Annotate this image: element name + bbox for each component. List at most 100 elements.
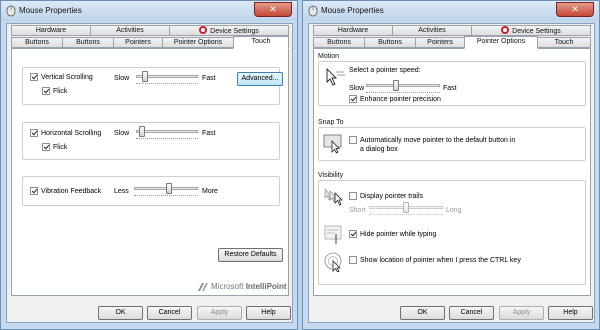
checkbox-box (349, 230, 357, 238)
tab-pointer-options[interactable]: Pointer Options (162, 37, 234, 48)
checkbox-box (30, 187, 38, 195)
pointer-speed-label: Select a pointer speed: (349, 67, 421, 74)
pointer-trails-checkbox[interactable]: Display pointer trails (349, 192, 423, 200)
mouse-icon (308, 5, 318, 17)
slider-thumb[interactable] (166, 183, 172, 194)
tab-touch[interactable]: Touch (233, 36, 289, 49)
less-label: Less (114, 188, 129, 195)
pointer-speed-slider[interactable] (366, 80, 440, 93)
brand-intellipoint: IntelliPoint (245, 282, 287, 291)
flick-label: Flick (53, 87, 68, 95)
window-title: Mouse Properties (321, 6, 384, 15)
snap-to-group-title: Snap To (318, 119, 344, 126)
vertical-scrolling-checkbox[interactable]: Vertical Scrolling (30, 73, 93, 81)
pointer-trails-icon (324, 188, 343, 206)
slider-ticks (134, 195, 198, 198)
tab-pointer-options[interactable]: Pointer Options (464, 36, 538, 49)
vibration-level-slider[interactable] (134, 183, 198, 198)
help-button[interactable]: Help (246, 306, 291, 320)
vibration-feedback-checkbox[interactable]: Vibration Feedback (30, 187, 101, 195)
slow-label: Slow (349, 85, 365, 92)
checkbox-box (349, 192, 357, 200)
close-icon: ✕ (269, 4, 277, 14)
slider-ticks (369, 214, 443, 217)
ok-button[interactable]: OK (98, 306, 143, 320)
close-button[interactable]: ✕ (254, 2, 292, 17)
dialog-frame: Hardware Activities Device Settings Butt… (6, 23, 293, 323)
advanced-button[interactable]: Advanced... (237, 72, 283, 86)
title-bar[interactable]: Mouse Properties ✕ (303, 1, 599, 21)
slider-ticks (136, 83, 198, 86)
touch-page: Vertical Scrolling Flick Slow Fast Advan… (11, 48, 289, 296)
apply-button[interactable]: Apply (197, 306, 242, 320)
fast-label: Fast (443, 85, 457, 92)
slider-thumb[interactable] (139, 126, 145, 137)
fast-label: Fast (202, 75, 216, 82)
tab-device-settings-label: Device Settings (210, 28, 259, 35)
ok-button[interactable]: OK (400, 306, 445, 320)
slider-ticks (136, 138, 198, 141)
tab-activities[interactable]: Activities (392, 25, 472, 36)
short-label: Short (349, 207, 366, 214)
cancel-button[interactable]: Cancel (147, 306, 192, 320)
tab-touch[interactable]: Touch (537, 37, 591, 48)
show-location-ctrl-label: Show location of pointer when I press th… (360, 256, 521, 264)
pointer-trails-length-slider[interactable] (369, 202, 443, 217)
slider-track (136, 130, 198, 133)
vertical-flick-checkbox[interactable]: Flick (42, 87, 67, 95)
mouse-properties-window-left: Mouse Properties ✕ Hardware Activities D… (0, 0, 298, 330)
slider-thumb[interactable] (403, 202, 409, 213)
tab-buttons-2[interactable]: Buttons (62, 37, 114, 48)
enhance-precision-label: Enhance pointer precision (360, 95, 441, 103)
tab-pointers[interactable]: Pointers (113, 37, 163, 48)
close-button[interactable]: ✕ (556, 2, 594, 17)
tab-buttons[interactable]: Buttons (313, 37, 365, 48)
pointer-speed-icon (326, 67, 345, 86)
show-location-ctrl-checkbox[interactable]: Show location of pointer when I press th… (349, 256, 521, 264)
horizontal-scrolling-label: Horizontal Scrolling (41, 129, 102, 137)
slider-thumb[interactable] (142, 71, 148, 82)
checkbox-box (42, 143, 50, 151)
help-button[interactable]: Help (548, 306, 593, 320)
restore-defaults-button[interactable]: Restore Defaults (218, 248, 283, 262)
horizontal-flick-checkbox[interactable]: Flick (42, 143, 67, 151)
motion-group-title: Motion (318, 53, 340, 60)
vibration-feedback-label: Vibration Feedback (41, 187, 102, 195)
slow-label: Slow (114, 130, 130, 137)
tab-hardware[interactable]: Hardware (11, 25, 91, 36)
apply-button[interactable]: Apply (499, 306, 544, 320)
checkbox-box (30, 73, 38, 81)
snap-to-checkbox[interactable]: Automatically move pointer to the defaul… (349, 136, 519, 154)
window-title: Mouse Properties (19, 6, 82, 15)
tab-device-settings-label: Device Settings (512, 28, 561, 35)
show-pointer-location-icon (324, 252, 342, 272)
slider-thumb[interactable] (393, 80, 399, 91)
horizontal-scrolling-checkbox[interactable]: Horizontal Scrolling (30, 129, 101, 137)
snap-to-icon (323, 134, 342, 154)
hide-pointer-checkbox[interactable]: Hide pointer while typing (349, 230, 436, 238)
checkbox-box (30, 129, 38, 137)
hide-pointer-icon (324, 225, 342, 244)
tab-hardware[interactable]: Hardware (313, 25, 393, 36)
tab-device-settings[interactable]: Device Settings (471, 25, 591, 36)
close-icon: ✕ (571, 4, 579, 14)
intellipoint-brand: Microsoft IntelliPoint (211, 282, 287, 291)
tab-activities[interactable]: Activities (90, 25, 170, 36)
horizontal-scroll-speed-slider[interactable] (136, 126, 198, 141)
tab-buttons-2[interactable]: Buttons (364, 37, 416, 48)
slider-track (366, 84, 440, 87)
vertical-scrolling-label: Vertical Scrolling (41, 73, 93, 81)
hide-pointer-label: Hide pointer while typing (360, 230, 437, 238)
mouse-icon (6, 5, 16, 17)
cancel-button[interactable]: Cancel (449, 306, 494, 320)
title-bar[interactable]: Mouse Properties ✕ (1, 1, 297, 21)
vertical-scroll-speed-slider[interactable] (136, 71, 198, 86)
checkbox-box (42, 87, 50, 95)
mouse-properties-window-right: Mouse Properties ✕ Hardware Activities D… (302, 0, 600, 330)
tab-pointers[interactable]: Pointers (415, 37, 465, 48)
visibility-group-title: Visibility (318, 172, 344, 179)
checkbox-box (349, 136, 357, 144)
tab-buttons[interactable]: Buttons (11, 37, 63, 48)
tab-device-settings[interactable]: Device Settings (169, 25, 289, 36)
enhance-precision-checkbox[interactable]: Enhance pointer precision (349, 95, 441, 103)
